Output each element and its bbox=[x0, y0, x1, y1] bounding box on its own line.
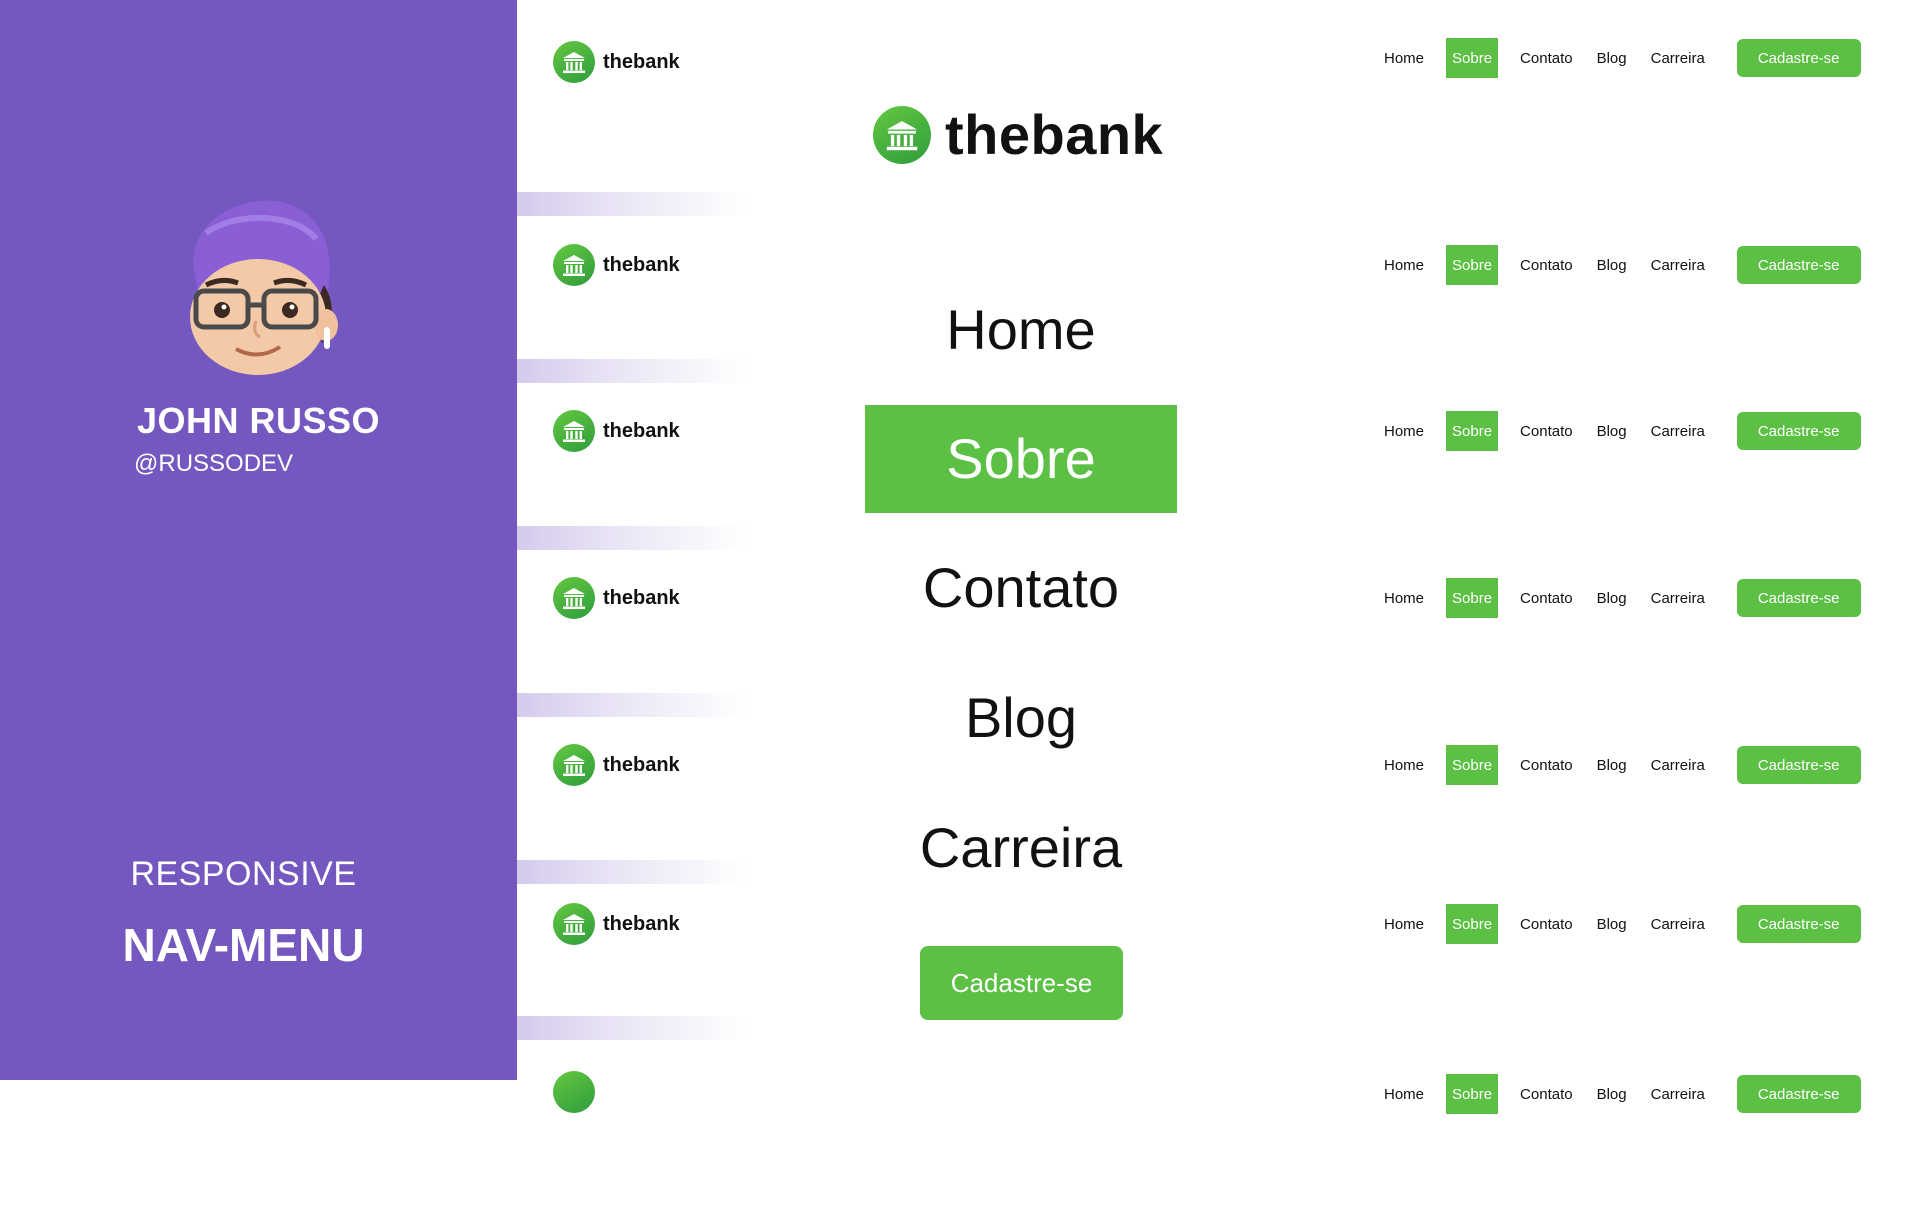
nav-item-sobre[interactable]: Sobre bbox=[1446, 245, 1499, 285]
nav-item-contato[interactable]: Contato bbox=[1508, 745, 1585, 785]
signup-button[interactable]: Cadastre-se bbox=[1736, 412, 1861, 450]
nav-item-contato[interactable]: Contato bbox=[1508, 245, 1585, 285]
mobile-nav-item-blog[interactable]: Blog bbox=[865, 664, 1177, 772]
nav-item-home[interactable]: Home bbox=[1372, 1074, 1436, 1114]
nav-item-contato[interactable]: Contato bbox=[1508, 1074, 1585, 1114]
signup-button[interactable]: Cadastre-se bbox=[1736, 746, 1861, 784]
signup-button[interactable]: Cadastre-se bbox=[1736, 1075, 1861, 1113]
mobile-nav-item-carreira[interactable]: Carreira bbox=[865, 794, 1177, 902]
nav-menu: Home Sobre Contato Blog Carreira Cadastr… bbox=[1372, 578, 1861, 618]
nav-item-home[interactable]: Home bbox=[1372, 38, 1436, 78]
signup-button[interactable]: Cadastre-se bbox=[1736, 246, 1861, 284]
brand-name: thebank bbox=[945, 103, 1164, 166]
mobile-signup-button[interactable]: Cadastre-se bbox=[920, 946, 1123, 1020]
nav-item-sobre[interactable]: Sobre bbox=[1446, 411, 1499, 451]
signup-button[interactable]: Cadastre-se bbox=[1736, 39, 1861, 77]
nav-item-home[interactable]: Home bbox=[1372, 745, 1436, 785]
nav-item-sobre[interactable]: Sobre bbox=[1446, 904, 1499, 944]
nav-item-blog[interactable]: Blog bbox=[1585, 904, 1639, 944]
nav-item-home[interactable]: Home bbox=[1372, 578, 1436, 618]
mobile-brand-logo[interactable]: thebank bbox=[873, 102, 1163, 167]
nav-item-blog[interactable]: Blog bbox=[1585, 245, 1639, 285]
nav-menu: Home Sobre Contato Blog Carreira Cadastr… bbox=[1372, 245, 1861, 285]
nav-item-home[interactable]: Home bbox=[1372, 411, 1436, 451]
bank-icon bbox=[873, 105, 931, 164]
nav-item-sobre[interactable]: Sobre bbox=[1446, 38, 1499, 78]
mobile-nav-item-contato[interactable]: Contato bbox=[865, 534, 1177, 642]
nav-menu: Home Sobre Contato Blog Carreira Cadastr… bbox=[1372, 1074, 1861, 1114]
nav-menu: Home Sobre Contato Blog Carreira Cadastr… bbox=[1372, 411, 1861, 451]
nav-item-sobre[interactable]: Sobre bbox=[1446, 1074, 1499, 1114]
nav-item-contato[interactable]: Contato bbox=[1508, 38, 1585, 78]
tagline-line2: NAV-MENU bbox=[122, 919, 365, 971]
nav-item-carreira[interactable]: Carreira bbox=[1639, 578, 1717, 618]
nav-item-carreira[interactable]: Carreira bbox=[1639, 245, 1717, 285]
nav-item-carreira[interactable]: Carreira bbox=[1639, 38, 1717, 78]
nav-item-home[interactable]: Home bbox=[1372, 904, 1436, 944]
nav-item-sobre[interactable]: Sobre bbox=[1446, 578, 1499, 618]
avatar bbox=[176, 193, 342, 379]
mobile-nav-item-sobre[interactable]: Sobre bbox=[865, 405, 1177, 513]
author-name: JOHN RUSSO bbox=[136, 400, 381, 441]
nav-item-blog[interactable]: Blog bbox=[1585, 1074, 1639, 1114]
nav-item-blog[interactable]: Blog bbox=[1585, 578, 1639, 618]
nav-menu: Home Sobre Contato Blog Carreira Cadastr… bbox=[1372, 904, 1861, 944]
nav-item-carreira[interactable]: Carreira bbox=[1639, 745, 1717, 785]
nav-item-blog[interactable]: Blog bbox=[1585, 745, 1639, 785]
nav-item-carreira[interactable]: Carreira bbox=[1639, 904, 1717, 944]
nav-item-home[interactable]: Home bbox=[1372, 245, 1436, 285]
nav-item-blog[interactable]: Blog bbox=[1585, 411, 1639, 451]
nav-item-carreira[interactable]: Carreira bbox=[1639, 1074, 1717, 1114]
nav-item-sobre[interactable]: Sobre bbox=[1446, 745, 1499, 785]
author-handle: @RUSSODEV bbox=[134, 450, 294, 477]
author-panel: JOHN RUSSO @RUSSODEV RESPONSIVE NAV-MENU bbox=[0, 0, 517, 1080]
signup-button[interactable]: Cadastre-se bbox=[1736, 905, 1861, 943]
mobile-menu: thebank Home Sobre Contato Blog Carreira… bbox=[517, 0, 1337, 1080]
nav-item-contato[interactable]: Contato bbox=[1508, 411, 1585, 451]
nav-item-contato[interactable]: Contato bbox=[1508, 904, 1585, 944]
nav-item-blog[interactable]: Blog bbox=[1585, 38, 1639, 78]
tagline-line1: RESPONSIVE bbox=[130, 855, 357, 893]
nav-menu: Home Sobre Contato Blog Carreira Cadastr… bbox=[1372, 745, 1861, 785]
nav-menu: Home Sobre Contato Blog Carreira Cadastr… bbox=[1372, 38, 1861, 78]
nav-item-carreira[interactable]: Carreira bbox=[1639, 411, 1717, 451]
nav-item-contato[interactable]: Contato bbox=[1508, 578, 1585, 618]
mobile-nav-item-home[interactable]: Home bbox=[865, 276, 1177, 384]
signup-button[interactable]: Cadastre-se bbox=[1736, 579, 1861, 617]
